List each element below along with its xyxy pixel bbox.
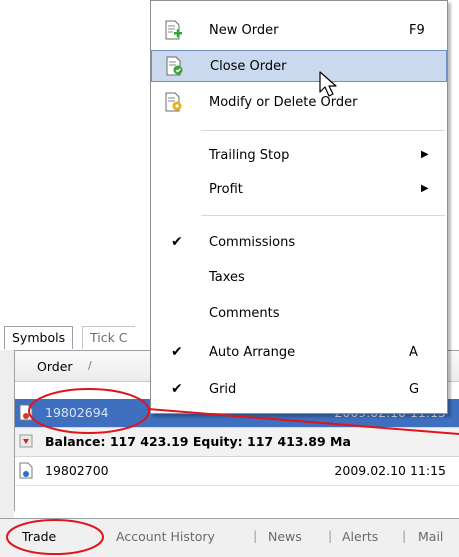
checkmark-icon: ✔	[171, 344, 183, 360]
tab-separator: |	[402, 528, 407, 543]
menu-separator	[201, 215, 445, 216]
menu-item-profit[interactable]: Profit ▶	[151, 174, 447, 206]
menu-shortcut: A	[409, 345, 418, 360]
tab-mail[interactable]: Mail	[418, 529, 443, 544]
tab-separator: |	[328, 528, 333, 543]
table-row[interactable]: 19802700 2009.02.10 11:15	[15, 457, 459, 486]
tab-news[interactable]: News	[268, 529, 302, 544]
menu-label: Taxes	[209, 270, 245, 285]
balance-arrow-icon	[19, 434, 33, 448]
menu-label: Profit	[209, 182, 243, 197]
menu-item-new-order[interactable]: New Order F9	[151, 15, 447, 47]
menu-shortcut: F9	[409, 23, 425, 38]
tab-alerts[interactable]: Alerts	[342, 529, 378, 544]
menu-separator	[201, 130, 445, 131]
menu-label: Comments	[209, 306, 280, 321]
menu-label: Grid	[209, 382, 237, 397]
order-number: 19802694	[45, 405, 109, 420]
menu-item-modify-order[interactable]: Modify or Delete Order	[151, 87, 447, 119]
menu-item-taxes[interactable]: Taxes	[151, 262, 447, 294]
modify-order-icon	[165, 92, 182, 112]
context-menu: New Order F9 Close Order Modify or Delet…	[150, 0, 448, 414]
balance-row: Balance: 117 423.19 Equity: 117 413.89 M…	[15, 427, 459, 457]
menu-shortcut: G	[409, 382, 420, 397]
menu-item-auto-arrange[interactable]: ✔ Auto Arrange A	[151, 337, 447, 369]
new-order-icon	[165, 20, 182, 40]
tab-account-history[interactable]: Account History	[116, 529, 215, 544]
order-sell-icon	[19, 404, 33, 421]
checkmark-icon: ✔	[171, 381, 183, 397]
close-order-icon	[166, 56, 183, 76]
order-number: 19802700	[45, 463, 109, 478]
submenu-arrow-icon: ▶	[421, 183, 429, 194]
tab-tick-chart[interactable]: Tick C	[82, 326, 135, 349]
order-buy-icon	[19, 462, 33, 479]
menu-item-trailing-stop[interactable]: Trailing Stop ▶	[151, 140, 447, 172]
menu-item-comments[interactable]: Comments	[151, 298, 447, 330]
checkmark-icon: ✔	[171, 234, 183, 250]
submenu-arrow-icon: ▶	[421, 149, 429, 160]
sort-indicator: /	[88, 359, 92, 372]
balance-text: Balance: 117 423.19 Equity: 117 413.89 M…	[45, 434, 351, 449]
menu-item-grid[interactable]: ✔ Grid G	[151, 374, 447, 406]
menu-label: Auto Arrange	[209, 345, 296, 360]
bottom-tab-strip: Trade Account History | News | Alerts | …	[0, 518, 459, 557]
order-time: 2009.02.10 11:15	[334, 463, 446, 478]
tab-symbols[interactable]: Symbols	[4, 326, 74, 349]
tab-separator: |	[253, 528, 258, 543]
menu-label: Close Order	[210, 59, 287, 74]
menu-label: Commissions	[209, 235, 296, 250]
menu-label: Trailing Stop	[209, 148, 290, 163]
column-order[interactable]: Order	[37, 359, 73, 374]
tab-trade[interactable]: Trade	[22, 529, 56, 544]
mouse-cursor-icon	[319, 71, 337, 97]
menu-item-commissions[interactable]: ✔ Commissions	[151, 227, 447, 259]
left-dock-strip	[0, 350, 14, 520]
menu-item-close-order[interactable]: Close Order	[151, 50, 447, 82]
menu-label: New Order	[209, 23, 279, 38]
